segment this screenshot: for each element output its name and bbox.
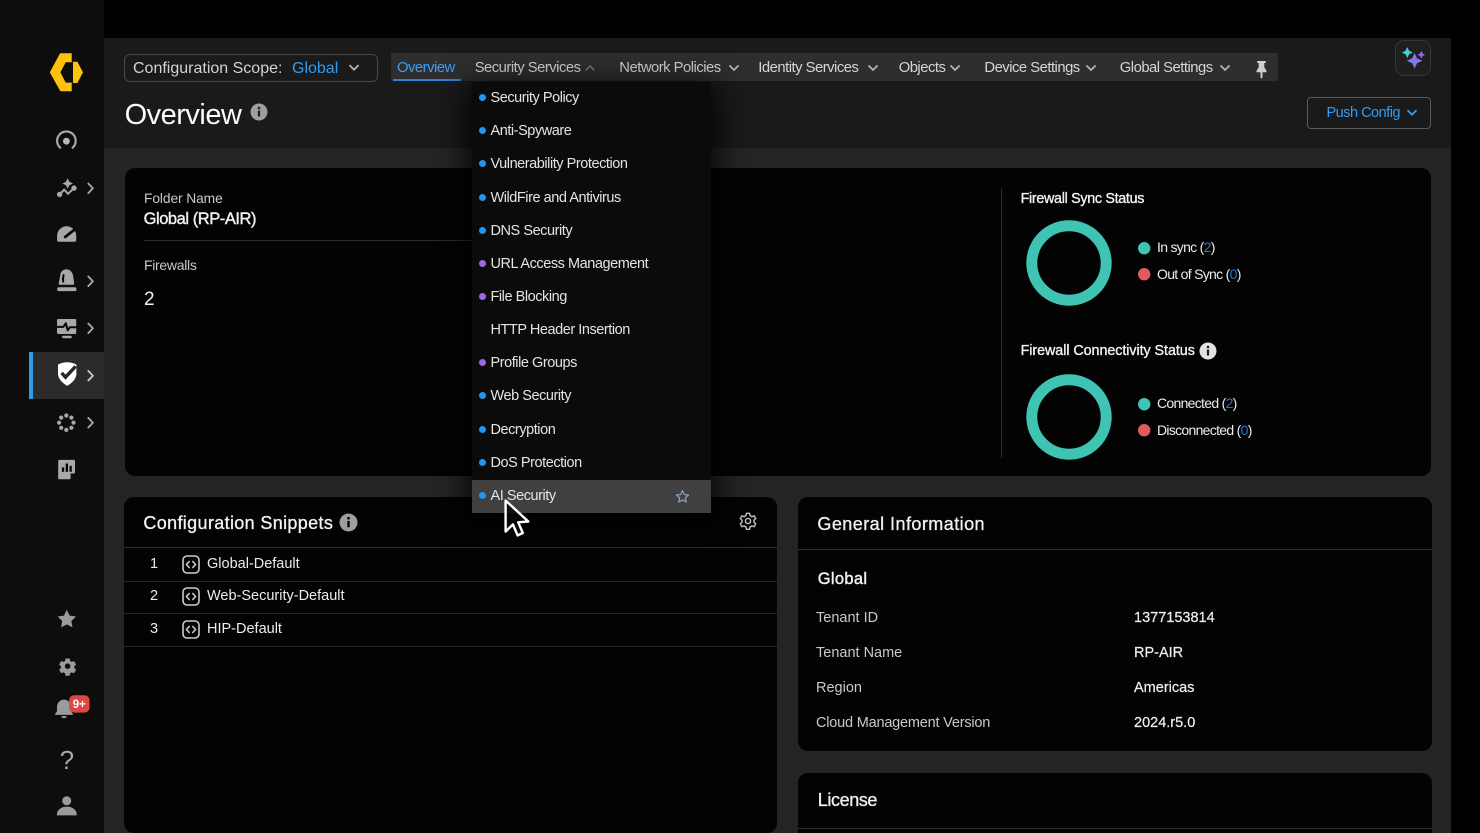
svg-text:?: ? <box>60 745 74 775</box>
svg-text:9+: 9+ <box>73 699 86 711</box>
